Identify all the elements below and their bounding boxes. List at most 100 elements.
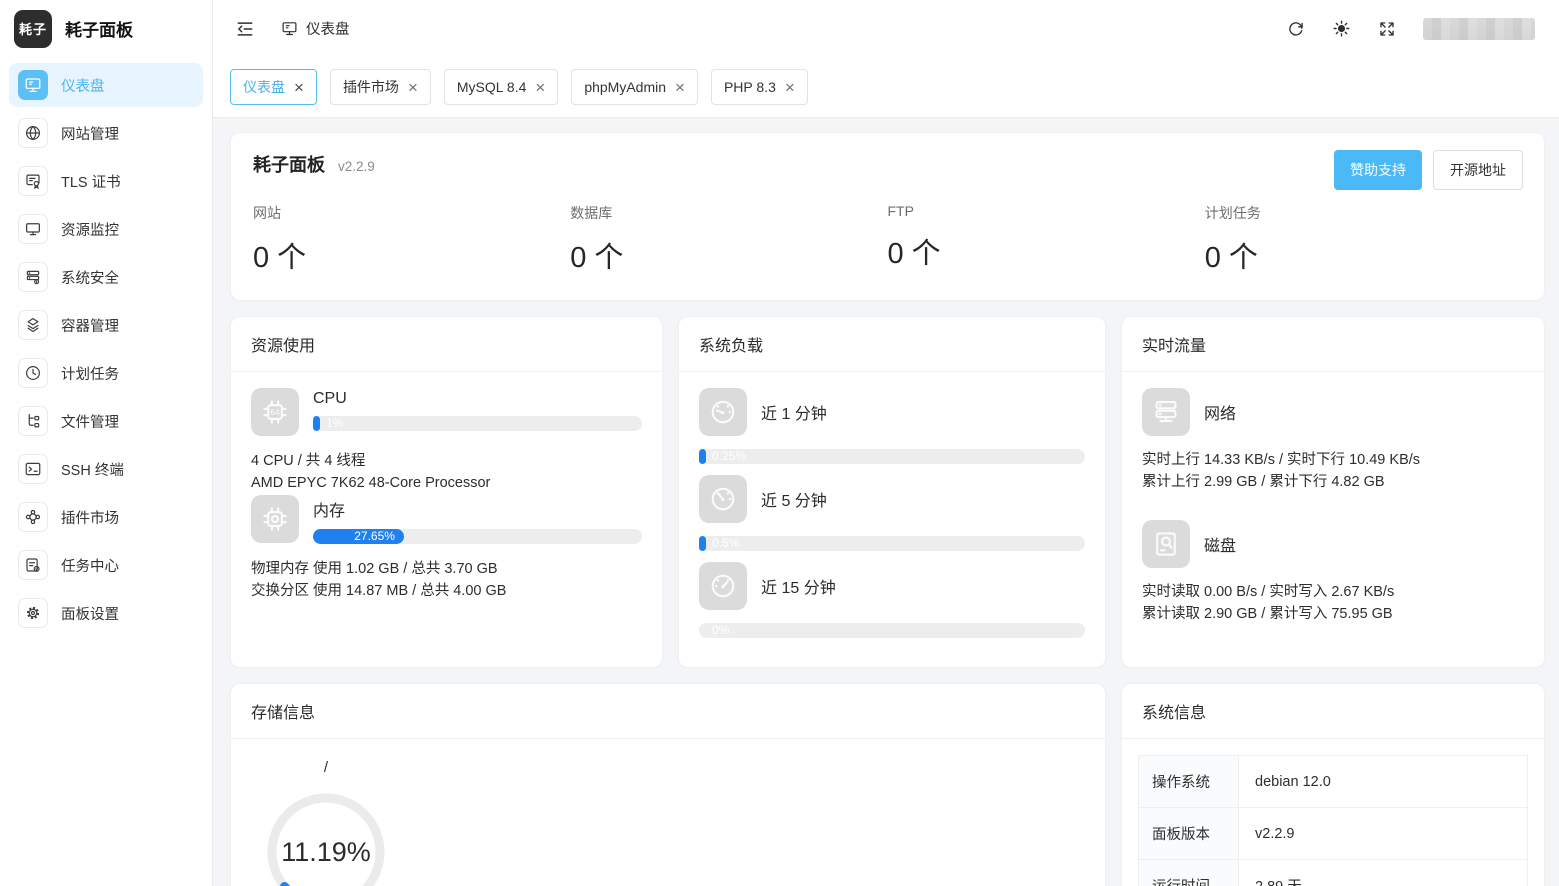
card-title: 系统信息 bbox=[1122, 684, 1544, 739]
app-logo: 耗子 耗子面板 bbox=[0, 0, 212, 57]
close-icon[interactable]: × bbox=[535, 79, 545, 96]
mount-point: / bbox=[251, 759, 401, 776]
system-info-card: 系统信息 操作系统 debian 12.0 面板版本 v2.2.9 运行时间 2… bbox=[1121, 683, 1545, 886]
gauge-icon bbox=[699, 562, 747, 610]
overview-card: 耗子面板 v2.2.9 赞助支持 开源地址 网站 0 个 数据库 0 个 FTP… bbox=[230, 132, 1545, 301]
terminal-icon bbox=[18, 454, 48, 484]
network-details: 实时上行 14.33 KB/s / 实时下行 10.49 KB/s 累计上行 2… bbox=[1142, 449, 1524, 494]
monitor-icon bbox=[18, 214, 48, 244]
disk-section: 磁盘 实时读取 0.00 B/s / 实时写入 2.67 KB/s 累计读取 2… bbox=[1142, 520, 1524, 626]
collapse-sidebar-icon[interactable] bbox=[235, 19, 255, 39]
table-row: 面板版本 v2.2.9 bbox=[1139, 808, 1527, 860]
gear-icon bbox=[18, 598, 48, 628]
load-1min-bar: 0.25% bbox=[699, 449, 1085, 464]
security-icon bbox=[18, 262, 48, 292]
card-title: 存储信息 bbox=[231, 684, 1105, 739]
sidebar-item-monitor[interactable]: 资源监控 bbox=[9, 207, 203, 251]
container-icon bbox=[18, 310, 48, 340]
memory-details: 物理内存 使用 1.02 GB / 总共 3.70 GB 交换分区 使用 14.… bbox=[251, 558, 642, 603]
source-button[interactable]: 开源地址 bbox=[1433, 150, 1523, 190]
gauge-icon bbox=[699, 475, 747, 523]
sidebar-item-tls[interactable]: TLS 证书 bbox=[9, 159, 203, 203]
card-title: 实时流量 bbox=[1122, 317, 1544, 372]
theme-sun-icon[interactable] bbox=[1332, 19, 1351, 38]
load-5min: 近 5 分钟 bbox=[699, 475, 1085, 523]
user-account-blurred[interactable] bbox=[1423, 18, 1535, 40]
fullscreen-icon[interactable] bbox=[1378, 20, 1396, 38]
sidebar-item-ssh[interactable]: SSH 终端 bbox=[9, 447, 203, 491]
disk-details: 实时读取 0.00 B/s / 实时写入 2.67 KB/s 累计读取 2.90… bbox=[1142, 581, 1524, 626]
tab-dashboard[interactable]: 仪表盘× bbox=[230, 69, 317, 105]
file-tree-icon bbox=[18, 406, 48, 436]
cpu-details: 4 CPU / 共 4 线程 AMD EPYC 7K62 48-Core Pro… bbox=[251, 450, 642, 495]
tab-mysql[interactable]: MySQL 8.4× bbox=[444, 69, 558, 105]
stat-ftp: FTP 0 个 bbox=[888, 203, 1205, 276]
globe-icon bbox=[18, 118, 48, 148]
close-icon[interactable]: × bbox=[294, 79, 304, 96]
plugin-icon bbox=[18, 502, 48, 532]
main-area: 仪表盘 仪表盘× 插件市场× MySQL 8.4× phpMyAdmin bbox=[213, 0, 1559, 886]
breadcrumb: 仪表盘 bbox=[281, 18, 350, 39]
load-1min: 近 1 分钟 bbox=[699, 388, 1085, 436]
table-row: 操作系统 debian 12.0 bbox=[1139, 756, 1527, 808]
card-title: 资源使用 bbox=[231, 317, 662, 372]
storage-card: 存储信息 / 11.19% 8.80 GB / 78.63 GB bbox=[230, 683, 1106, 886]
card-title: 系统负载 bbox=[679, 317, 1105, 372]
resource-usage-card: 资源使用 64 CPU 1% bbox=[230, 316, 663, 668]
realtime-traffic-card: 实时流量 网络 实时上行 14.33 KB/s / 实时下行 10.49 KB/… bbox=[1121, 316, 1545, 668]
tab-plugin-market[interactable]: 插件市场× bbox=[330, 69, 431, 105]
sidebar-item-dashboard[interactable]: 仪表盘 bbox=[9, 63, 203, 107]
topbar: 仪表盘 bbox=[213, 0, 1559, 57]
storage-gauge: 11.19% bbox=[264, 790, 388, 886]
sidebar-item-plugins[interactable]: 插件市场 bbox=[9, 495, 203, 539]
sidebar-item-files[interactable]: 文件管理 bbox=[9, 399, 203, 443]
certificate-icon bbox=[18, 166, 48, 196]
system-load-card: 系统负载 近 1 分钟 0.25% bbox=[678, 316, 1106, 668]
app-logo-icon: 耗子 bbox=[14, 10, 52, 48]
dashboard-icon bbox=[18, 70, 48, 100]
content: 耗子面板 v2.2.9 赞助支持 开源地址 网站 0 个 数据库 0 个 FTP… bbox=[213, 118, 1559, 886]
stat-websites: 网站 0 个 bbox=[253, 203, 570, 276]
sidebar-item-containers[interactable]: 容器管理 bbox=[9, 303, 203, 347]
network-icon bbox=[1142, 388, 1190, 436]
table-row: 运行时间 2.89 天 bbox=[1139, 860, 1527, 886]
breadcrumb-label: 仪表盘 bbox=[306, 18, 350, 39]
storage-percent: 11.19% bbox=[264, 790, 388, 886]
gauge-icon bbox=[699, 388, 747, 436]
load-15min-bar: 0% bbox=[699, 623, 1085, 638]
app-title: 耗子面板 bbox=[65, 16, 133, 41]
cpu-section: 64 CPU 1% bbox=[251, 388, 642, 436]
close-icon[interactable]: × bbox=[675, 79, 685, 96]
sidebar-item-websites[interactable]: 网站管理 bbox=[9, 111, 203, 155]
sidebar-item-task-center[interactable]: 任务中心 bbox=[9, 543, 203, 587]
stat-databases: 数据库 0 个 bbox=[570, 203, 887, 276]
sidebar-item-settings[interactable]: 面板设置 bbox=[9, 591, 203, 635]
svg-text:64: 64 bbox=[270, 408, 280, 417]
clock-icon bbox=[18, 358, 48, 388]
load-5min-bar: 0.5% bbox=[699, 536, 1085, 551]
network-section: 网络 实时上行 14.33 KB/s / 实时下行 10.49 KB/s 累计上… bbox=[1142, 388, 1524, 494]
sidebar-menu: 仪表盘 网站管理 TLS 证书 资源监控 系统安全 容器管理 bbox=[0, 57, 212, 645]
cpu-icon: 64 bbox=[251, 388, 299, 436]
tab-phpmyadmin[interactable]: phpMyAdmin× bbox=[571, 69, 698, 105]
memory-section: 内存 27.65% bbox=[251, 495, 642, 544]
sidebar-item-cron[interactable]: 计划任务 bbox=[9, 351, 203, 395]
system-info-table: 操作系统 debian 12.0 面板版本 v2.2.9 运行时间 2.89 天… bbox=[1138, 755, 1528, 886]
cpu-progress-bar: 1% bbox=[313, 416, 642, 431]
dashboard-icon bbox=[281, 20, 298, 37]
tab-bar: 仪表盘× 插件市场× MySQL 8.4× phpMyAdmin× PHP 8.… bbox=[213, 57, 1559, 118]
load-15min: 近 15 分钟 bbox=[699, 562, 1085, 610]
disk-icon bbox=[1142, 520, 1190, 568]
close-icon[interactable]: × bbox=[408, 79, 418, 96]
stat-cron: 计划任务 0 个 bbox=[1205, 203, 1522, 276]
sponsor-button[interactable]: 赞助支持 bbox=[1334, 150, 1422, 190]
memory-progress-bar: 27.65% bbox=[313, 529, 642, 544]
tab-php[interactable]: PHP 8.3× bbox=[711, 69, 808, 105]
sidebar-item-security[interactable]: 系统安全 bbox=[9, 255, 203, 299]
memory-icon bbox=[251, 495, 299, 543]
close-icon[interactable]: × bbox=[785, 79, 795, 96]
refresh-icon[interactable] bbox=[1287, 20, 1305, 38]
panel-title: 耗子面板 bbox=[253, 151, 325, 177]
sidebar: 耗子 耗子面板 仪表盘 网站管理 TLS 证书 资源监控 系 bbox=[0, 0, 213, 886]
panel-version: v2.2.9 bbox=[338, 159, 375, 174]
